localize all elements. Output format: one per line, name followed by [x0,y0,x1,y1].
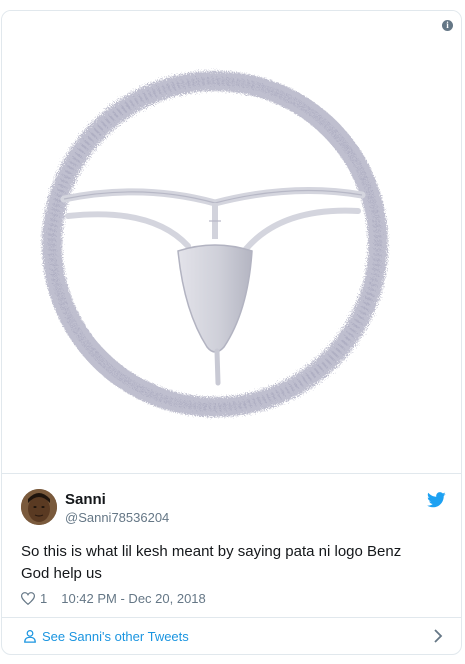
tweet-text-line: God help us [21,565,102,582]
author-name[interactable]: Sanni [65,491,106,508]
tweet-media-image[interactable]: i [2,11,461,474]
like-count[interactable]: 1 [40,591,47,606]
chevron-right-icon[interactable] [433,629,443,643]
see-other-tweets-bar[interactable]: See Sanni's other Tweets [2,617,461,654]
info-icon[interactable]: i [442,20,453,31]
avatar-portrait-icon [21,489,57,525]
tweet-text: So this is what lil kesh meant by saying… [21,541,446,585]
author-handle[interactable]: @Sanni78536204 [65,510,169,525]
tweet-text-line: So this is what lil kesh meant by saying… [21,543,402,560]
ring-thong-illustration [42,71,388,417]
tweet-author-header: Sanni @Sanni78536204 [21,489,446,527]
tweet-timestamp[interactable]: 10:42 PM - Dec 20, 2018 [61,591,206,606]
tweet-meta: 1 10:42 PM - Dec 20, 2018 [21,589,206,607]
heart-icon[interactable] [21,591,35,605]
see-other-tweets-link[interactable]: See Sanni's other Tweets [42,629,189,644]
twitter-bird-icon[interactable] [427,492,446,508]
tweet-embed-card: i Sanni @Sanni78536204 So this is what l… [1,10,462,655]
avatar[interactable] [21,489,57,525]
person-icon [24,629,36,643]
